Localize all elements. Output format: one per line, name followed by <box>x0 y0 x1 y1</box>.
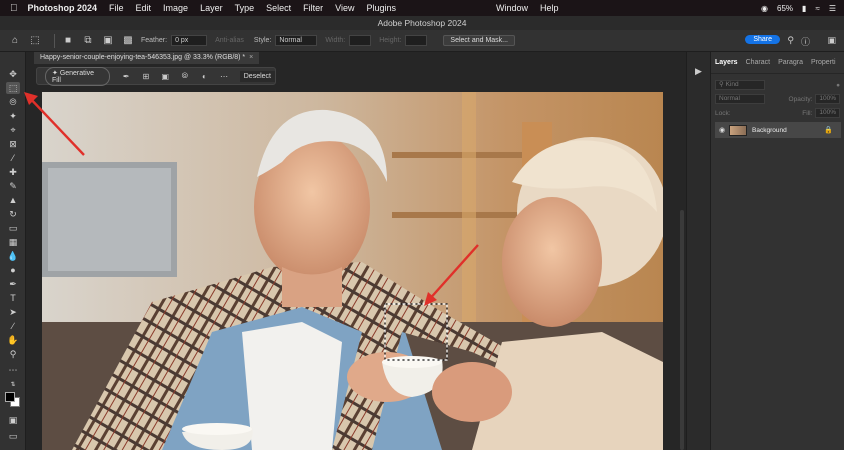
annotation-arrow-tool <box>26 94 85 156</box>
opacity-label: Opacity: <box>788 95 813 103</box>
fill-label: Fill: <box>802 109 813 117</box>
tab-character[interactable]: Charact <box>746 59 771 66</box>
lock-label: Lock: <box>715 109 731 117</box>
lock-row: Lock: Fill: 100% <box>711 106 844 120</box>
layer-thumbnail <box>729 124 747 136</box>
annotation-arrow-selection <box>426 244 479 303</box>
tab-properties[interactable]: Properti <box>811 59 836 66</box>
foreground-color-swatch[interactable] <box>5 392 15 402</box>
blend-row: Normal Opacity: 100% <box>711 92 844 106</box>
kind-filter-select[interactable]: ⚲ Kind <box>715 80 765 90</box>
lock-icon[interactable]: 🔒 <box>824 126 833 134</box>
visibility-eye-icon[interactable]: ◉ <box>715 126 729 134</box>
layer-name: Background <box>752 126 787 134</box>
expand-panels-icon[interactable]: ▶ <box>695 66 702 77</box>
tab-paragraph[interactable]: Paragra <box>778 59 803 66</box>
layers-panel: Layers Charact Paragra Properti ☰ ⚲ Kind… <box>710 52 844 450</box>
tab-layers[interactable]: Layers <box>715 59 738 66</box>
layer-row-background[interactable]: ◉ Background 🔒 <box>715 122 841 138</box>
opacity-input[interactable]: 100% <box>815 94 840 104</box>
fill-input[interactable]: 100% <box>815 108 840 118</box>
blend-mode-select[interactable]: Normal <box>715 94 765 104</box>
collapsed-panel-strip: ▶ <box>686 52 710 450</box>
kind-filter-label: Kind <box>725 81 739 88</box>
panel-tabs: Layers Charact Paragra Properti ☰ <box>711 52 844 74</box>
filter-row: ⚲ Kind ● <box>711 78 844 92</box>
filter-toggle-icon[interactable]: ● <box>836 82 840 89</box>
